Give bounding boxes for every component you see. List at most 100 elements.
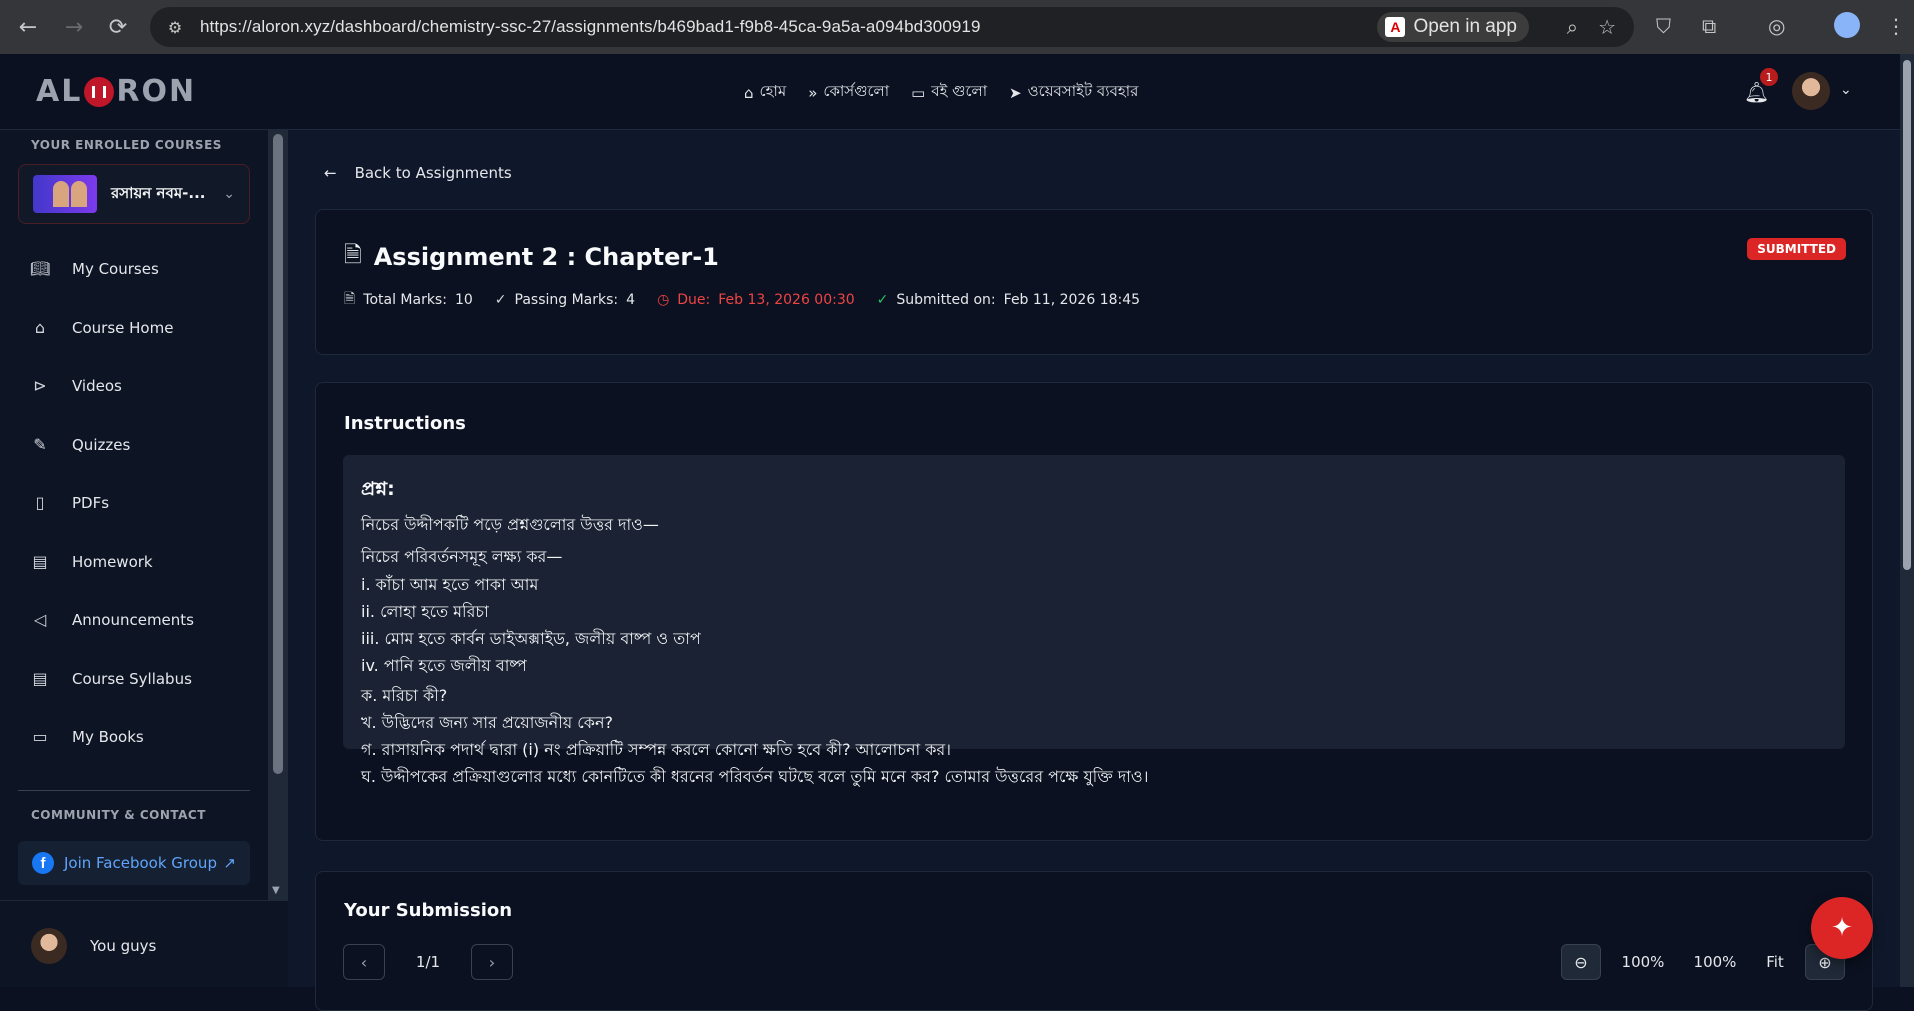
top-navigation: ⌂ হোম » কোর্সগুলো ▭ বই গুলো ➤ ওয়েবসাইট ব্যব… xyxy=(744,80,1138,105)
shield-extension-icon[interactable]: ⛉ xyxy=(1656,14,1671,38)
sidebar-item-pdfs[interactable]: ▯ PDFs xyxy=(30,493,109,512)
submitted-value: Feb 11, 2026 18:45 xyxy=(1003,292,1141,308)
logo-play-icon xyxy=(84,76,115,107)
page-scrollbar[interactable] xyxy=(1900,54,1914,987)
document-icon: 🗎︎ xyxy=(344,243,362,268)
forward-arrow-icon[interactable]: → xyxy=(56,9,92,45)
question-line: খ. উদ্ভিদের জন্য সার প্রয়োজনীয় কেন? xyxy=(361,713,614,732)
chevron-left-icon: ‹ xyxy=(360,952,368,972)
course-name: রসায়ন নবম-... xyxy=(111,183,206,202)
address-bar[interactable]: ⚙ https://aloron.xyz/dashboard/chemistry… xyxy=(150,7,1634,47)
sidebar-item-course-home[interactable]: ⌂ Course Home xyxy=(30,318,174,337)
sparkle-icon: ✦ xyxy=(1831,913,1853,943)
nav-website-usage[interactable]: ➤ ওয়েবসাইট ব্যবহার xyxy=(1009,80,1138,105)
aloron-logo[interactable]: AL RON xyxy=(36,74,196,109)
document-icon: 🗎︎ xyxy=(344,291,356,307)
prev-page-button[interactable]: ‹ xyxy=(343,944,385,980)
send-icon: ➤ xyxy=(1009,83,1022,102)
sidebar-scrollbar[interactable]: ▼ xyxy=(268,130,288,900)
fit-button[interactable]: Fit xyxy=(1757,953,1793,971)
nav-home-label: হোম xyxy=(759,82,787,100)
logo-text: AL xyxy=(36,74,83,109)
screenshot-icon[interactable]: ◎ xyxy=(1768,14,1785,38)
megaphone-icon: ◁ xyxy=(33,610,47,629)
menu-kebab-icon[interactable]: ⋮ xyxy=(1886,14,1906,38)
submission-heading: Your Submission xyxy=(344,900,513,921)
passing-marks-value: 4 xyxy=(626,292,636,308)
zoom-value: 100% xyxy=(1621,953,1665,971)
question-line: ক. মরিচা কী? xyxy=(361,686,448,705)
submitted-on: ✓ Submitted on: Feb 11, 2026 18:45 xyxy=(877,292,1140,308)
sidebar-item-label: Videos xyxy=(72,376,122,395)
sidebar-user[interactable]: You guys xyxy=(0,900,288,987)
sidebar-item-my-courses[interactable]: 📖︎ My Courses xyxy=(30,259,159,278)
zoom-out-button[interactable]: ⊖ xyxy=(1561,944,1601,980)
question-line: iv. পানি হতে জলীয় বাষ্প xyxy=(361,656,527,675)
nav-website-usage-label: ওয়েবসাইট ব্যবহার xyxy=(1027,82,1139,100)
play-circle-icon: ⊳ xyxy=(33,376,47,395)
back-to-assignments-link[interactable]: ← Back to Assignments xyxy=(324,164,512,182)
assignment-title-text: Assignment 2 : Chapter-1 xyxy=(373,243,719,271)
nav-courses[interactable]: » কোর্সগুলো xyxy=(808,80,889,105)
back-label: Back to Assignments xyxy=(354,164,512,182)
sidebar-item-announcements[interactable]: ◁ Announcements xyxy=(30,610,194,629)
sidebar: YOUR ENROLLED COURSES রসায়ন নবম-... ⌄ 📖… xyxy=(0,130,288,987)
logo-text-end: RON xyxy=(116,74,197,109)
reload-icon[interactable]: ⟳ xyxy=(100,9,136,45)
nav-books[interactable]: ▭ বই গুলো xyxy=(911,80,987,105)
ai-assistant-button[interactable]: ✦ xyxy=(1811,897,1873,959)
nav-home[interactable]: ⌂ হোম xyxy=(744,80,786,105)
zoom-out-icon: ⊖ xyxy=(1574,952,1588,972)
join-facebook-group-button[interactable]: f Join Facebook Group ↗ xyxy=(18,841,250,885)
status-badge: SUBMITTED xyxy=(1747,238,1846,260)
enrolled-courses-label: YOUR ENROLLED COURSES xyxy=(31,138,222,152)
sidebar-item-course-syllabus[interactable]: ▤ Course Syllabus xyxy=(30,669,191,688)
bookmark-star-icon[interactable]: ☆ xyxy=(1598,15,1616,39)
facebook-icon: f xyxy=(32,852,54,874)
extensions-icon[interactable]: ⧉ xyxy=(1702,14,1716,38)
passing-marks: ✓ Passing Marks: 4 xyxy=(495,292,635,308)
file-icon: ▯ xyxy=(35,493,45,512)
submitted-label: Submitted on: xyxy=(896,292,996,308)
chevron-down-icon: ⌄ xyxy=(223,186,235,202)
instructions-body: প্রশ্ন: নিচের উদ্দীপকটি পড়ে প্রশ্নগুলোর… xyxy=(343,455,1845,786)
sidebar-item-videos[interactable]: ⊳ Videos xyxy=(30,376,122,395)
zoom-preset-button[interactable]: 100% xyxy=(1685,953,1745,971)
sidebar-item-label: Announcements xyxy=(72,610,194,629)
zoom-icon[interactable]: ⌕ xyxy=(1567,15,1578,39)
back-arrow-icon[interactable]: ← xyxy=(10,9,46,45)
sidebar-item-quizzes[interactable]: ✎ Quizzes xyxy=(30,435,130,454)
sidebar-item-my-books[interactable]: ▭ My Books xyxy=(30,727,143,746)
question-line: নিচের উদ্দীপকটি পড়ে প্রশ্নগুলোর উত্তর দ… xyxy=(361,515,659,534)
home-icon: ⌂ xyxy=(744,83,754,102)
user-avatar[interactable] xyxy=(1792,72,1830,110)
browser-toolbar: ← → ⟳ ⚙ https://aloron.xyz/dashboard/che… xyxy=(0,0,1914,54)
chevron-down-icon[interactable]: ⌄ xyxy=(1840,82,1852,98)
open-in-app-button[interactable]: A Open in app xyxy=(1377,12,1529,42)
sidebar-item-label: Quizzes xyxy=(72,435,131,454)
notification-badge: 1 xyxy=(1760,68,1778,86)
due-label: Due: xyxy=(677,292,711,308)
arrow-left-icon: ← xyxy=(324,164,337,182)
due-date: ◷ Due: Feb 13, 2026 00:30 xyxy=(657,292,855,308)
sidebar-item-homework[interactable]: ▤ Homework xyxy=(30,552,153,571)
sidebar-item-label: Homework xyxy=(72,552,153,571)
site-settings-icon[interactable]: ⚙ xyxy=(164,16,186,38)
home-icon: ⌂ xyxy=(34,318,46,337)
scrollbar-thumb[interactable] xyxy=(1903,60,1911,570)
user-name: You guys xyxy=(90,937,157,955)
file-text-icon: ▤ xyxy=(32,669,48,688)
check-circle-icon: ✓ xyxy=(876,292,889,308)
community-label: COMMUNITY & CONTACT xyxy=(31,808,206,822)
scrollbar-thumb[interactable] xyxy=(273,134,283,774)
course-thumbnail xyxy=(33,175,97,213)
scroll-down-arrow-icon[interactable]: ▼ xyxy=(272,885,280,896)
external-link-icon: ↗ xyxy=(223,854,236,872)
course-selector[interactable]: রসায়ন নবম-... ⌄ xyxy=(18,164,250,224)
sidebar-item-label: Course Home xyxy=(72,318,174,337)
app-header: AL RON ⌂ হোম » কোর্সগুলো ▭ বই গুলো ➤ ওয়েবসাই… xyxy=(0,54,1914,130)
url-text[interactable]: https://aloron.xyz/dashboard/chemistry-s… xyxy=(200,17,981,37)
next-page-button[interactable]: › xyxy=(471,944,513,980)
instructions-card: Instructions প্রশ্ন: নিচের উদ্দীপকটি পড়… xyxy=(315,382,1873,841)
profile-icon[interactable] xyxy=(1834,12,1860,38)
